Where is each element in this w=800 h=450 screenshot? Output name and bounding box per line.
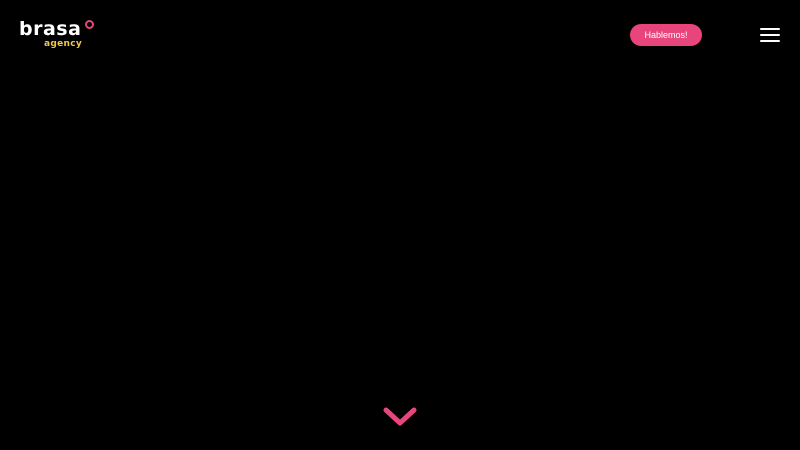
page: brasa agency Hablemos! (0, 0, 800, 450)
site-header: brasa agency Hablemos! (0, 0, 800, 70)
chevron-down-icon[interactable] (382, 405, 418, 429)
logo-subtitle: agency (44, 39, 83, 49)
menu-line (760, 28, 780, 30)
brand-logo[interactable]: brasa agency (19, 18, 99, 52)
menu-line (760, 34, 780, 36)
hero-section (0, 70, 800, 450)
hamburger-menu-icon[interactable] (760, 27, 780, 43)
menu-line (760, 40, 780, 42)
logo-wordmark: brasa (19, 18, 82, 40)
logo-dot-icon (85, 20, 94, 29)
hablemos-button[interactable]: Hablemos! (630, 24, 702, 46)
